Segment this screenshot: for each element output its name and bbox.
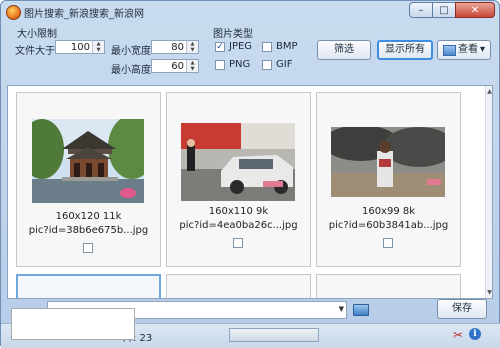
view-button-label: 查看: [457, 44, 478, 55]
image-thumbnail[interactable]: [32, 119, 144, 203]
min-height-label: 最小高度: [111, 65, 151, 76]
jpeg-checkbox[interactable]: ✓: [215, 42, 225, 52]
vertical-scrollbar[interactable]: ▲ ▼: [485, 86, 492, 298]
firefox-icon: [6, 5, 21, 20]
image-filename: pic?id=38b6e675b...jpg: [28, 225, 149, 236]
min-width-value: 80: [171, 42, 184, 53]
image-thumbnail[interactable]: [181, 123, 295, 201]
min-width-spin-arrows[interactable]: ▲ ▼: [186, 41, 198, 53]
jpeg-label: JPEG: [229, 41, 253, 52]
close-button[interactable]: ✕: [455, 2, 495, 18]
filter-panel: 大小限制 文件大于 100 ▲ ▼ 最小宽度 80 ▲ ▼ 最小高度 60 ▲ ▼ 图…: [7, 23, 495, 83]
redaction-box: [11, 308, 135, 340]
view-button[interactable]: 查看 ▾: [437, 40, 491, 60]
image-card[interactable]: 160x110 9k pic?id=4ea0ba26c...jpg: [166, 92, 311, 267]
image-filename: pic?id=4ea0ba26c...jpg: [179, 220, 298, 231]
gif-label: GIF: [276, 59, 293, 70]
progress-bar: [229, 328, 319, 342]
info-icon[interactable]: i: [469, 328, 481, 340]
tools-icon[interactable]: ✂: [453, 328, 463, 342]
image-card[interactable]: [16, 274, 161, 298]
image-card[interactable]: 160x120 11k pic?id=38b6e675b...jpg: [16, 92, 161, 267]
image-thumbnail[interactable]: [331, 127, 445, 197]
image-card[interactable]: [166, 274, 311, 298]
png-label: PNG: [229, 59, 251, 70]
size-limit-group-label: 大小限制: [17, 29, 57, 40]
title-bar: 图片搜索_新浪搜索_新浪网 – □ ✕: [1, 1, 500, 23]
chevron-down-icon: ▾: [479, 44, 486, 55]
min-height-spin-arrows[interactable]: ▲ ▼: [186, 60, 198, 72]
chevron-down-icon[interactable]: ▼: [339, 305, 344, 313]
bmp-label: BMP: [276, 41, 298, 52]
min-height-stepper[interactable]: 60 ▲ ▼: [151, 59, 199, 73]
image-dimensions: 160x99 8k: [361, 206, 416, 217]
png-checkbox[interactable]: [215, 60, 225, 70]
show-all-button[interactable]: 显示所有: [377, 40, 433, 60]
scroll-down-icon[interactable]: ▼: [486, 289, 492, 296]
window-title: 图片搜索_新浪搜索_新浪网: [24, 9, 144, 20]
browse-folder-icon[interactable]: [353, 304, 369, 316]
bmp-checkbox[interactable]: [262, 42, 272, 52]
image-select-checkbox[interactable]: [83, 243, 93, 253]
image-filename: pic?id=60b3841ab...jpg: [328, 220, 449, 231]
gif-checkbox[interactable]: [262, 60, 272, 70]
image-type-group-label: 图片类型: [213, 29, 253, 40]
file-size-label: 文件大于: [15, 46, 55, 57]
image-select-checkbox[interactable]: [383, 238, 393, 248]
save-button[interactable]: 保存: [437, 299, 487, 319]
image-gallery[interactable]: 160x120 11k pic?id=38b6e675b...jpg 160x1…: [7, 85, 493, 299]
min-width-stepper[interactable]: 80 ▲ ▼: [151, 40, 199, 54]
min-width-label: 最小宽度: [111, 46, 151, 57]
filter-button[interactable]: 筛选: [317, 40, 371, 60]
image-card[interactable]: 160x99 8k pic?id=60b3841ab...jpg: [316, 92, 461, 267]
min-height-value: 60: [171, 61, 184, 72]
image-card[interactable]: [316, 274, 461, 298]
file-size-value: 100: [70, 42, 90, 53]
view-icon: [442, 44, 456, 56]
image-dimensions: 160x110 9k: [208, 206, 269, 217]
image-select-checkbox[interactable]: [233, 238, 243, 248]
window-controls: – □ ✕: [409, 2, 495, 18]
file-size-stepper[interactable]: 100 ▲ ▼: [55, 40, 105, 54]
image-dimensions: 160x120 11k: [55, 211, 122, 222]
maximize-button[interactable]: □: [432, 2, 456, 18]
minimize-button[interactable]: –: [409, 2, 433, 18]
app-window: 图片搜索_新浪搜索_新浪网 – □ ✕ 大小限制 文件大于 100 ▲ ▼ 最小宽…: [0, 0, 500, 348]
file-size-spin-arrows[interactable]: ▲ ▼: [92, 41, 104, 53]
scroll-up-icon[interactable]: ▲: [486, 88, 492, 95]
